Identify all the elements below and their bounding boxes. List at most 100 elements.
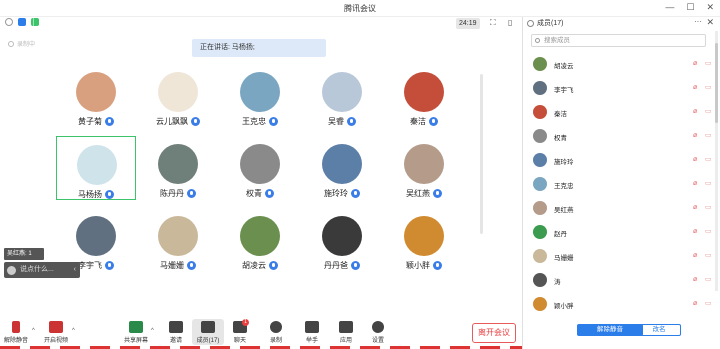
participant-tile[interactable]: 施玲玲	[302, 136, 382, 200]
member-name: 权青	[554, 135, 567, 142]
member-row[interactable]: 胡凌云 ⌀ ▭	[523, 53, 713, 77]
avatar	[322, 216, 362, 256]
member-row[interactable]: 王克忠 ⌀ ▭	[523, 173, 713, 197]
member-row[interactable]: 涛 ⌀ ▭	[523, 269, 713, 293]
chat-button[interactable]: 聊天	[224, 321, 256, 344]
maximize-button[interactable]: ☐	[686, 2, 694, 13]
share-options-icon[interactable]: ^	[151, 328, 154, 334]
raise-hand-button[interactable]: 举手	[296, 321, 328, 344]
record-dot-icon	[8, 40, 14, 47]
mic-muted-icon[interactable]: ⌀	[693, 275, 697, 283]
participant-tile[interactable]: 吴红燕	[384, 136, 464, 200]
rename-button[interactable]: 改名	[637, 324, 681, 336]
mic-muted-icon[interactable]: ⌀	[693, 179, 697, 187]
apps-button[interactable]: 应用	[330, 321, 362, 344]
member-name: 胡凌云	[554, 63, 574, 70]
avatar	[533, 153, 547, 167]
participant-tile[interactable]: 吴睿	[302, 64, 382, 128]
participant-tile[interactable]: 胡凌云	[220, 208, 300, 272]
participant-name: 秦洁	[410, 117, 426, 126]
camera-off-icon[interactable]: ▭	[705, 227, 712, 235]
minimize-button[interactable]: —	[665, 2, 674, 13]
unmute-button[interactable]: 解除静音	[0, 321, 32, 344]
video-options-icon[interactable]: ^	[72, 328, 75, 334]
member-name: 施玲玲	[554, 159, 574, 166]
avatar	[77, 145, 117, 185]
title-bar: 腾讯会议 — ☐ ✕	[0, 0, 720, 17]
settings-button[interactable]: 设置	[362, 321, 394, 344]
member-name: 马姗姗	[554, 255, 574, 262]
mic-muted-icon[interactable]: ⌀	[693, 203, 697, 211]
camera-off-icon[interactable]: ▭	[705, 275, 712, 283]
info-icon[interactable]	[5, 18, 13, 26]
participant-tile[interactable]: 丹丹爸	[302, 208, 382, 272]
member-row[interactable]: 颖小胖 ⌀ ▭	[523, 293, 713, 317]
panel-scrollbar[interactable]	[715, 31, 718, 291]
camera-off-icon[interactable]: ▭	[705, 59, 712, 67]
sidebar-toggle-icon[interactable]: ▯	[508, 18, 512, 27]
participant-tile[interactable]: 云儿飘飘	[138, 64, 218, 128]
member-search-input[interactable]: 搜索成员	[531, 34, 706, 47]
participant-name-row: 秦洁	[384, 116, 464, 127]
mic-muted-icon[interactable]: ⌀	[693, 251, 697, 259]
mic-muted-icon[interactable]: ⌀	[693, 155, 697, 163]
close-button[interactable]: ✕	[706, 2, 714, 13]
shield-icon[interactable]	[18, 18, 26, 26]
mic-muted-icon[interactable]: ⌀	[693, 299, 697, 307]
mic-icon	[269, 117, 278, 126]
camera-off-icon[interactable]: ▭	[705, 131, 712, 139]
camera-off-icon[interactable]: ▭	[705, 83, 712, 91]
share-screen-button[interactable]: 共享屏幕	[120, 321, 152, 344]
invite-button[interactable]: 邀请	[160, 321, 192, 344]
leave-meeting-button[interactable]: 离开会议	[472, 323, 516, 343]
participant-tile[interactable]: 陈丹丹	[138, 136, 218, 200]
participant-tile[interactable]: 王克忠	[220, 64, 300, 128]
close-panel-icon[interactable]: ✕	[706, 17, 714, 28]
camera-off-icon[interactable]: ▭	[705, 107, 712, 115]
unmute-all-button[interactable]: 解除静音	[577, 324, 643, 336]
avatar	[76, 216, 116, 256]
fullscreen-icon[interactable]: ⛶	[490, 18, 496, 28]
camera-off-icon[interactable]: ▭	[705, 155, 712, 163]
mic-icon	[265, 189, 274, 198]
camera-off-icon[interactable]: ▭	[705, 203, 712, 211]
participant-tile[interactable]: 马杨扬	[56, 136, 136, 200]
hand-icon	[305, 321, 319, 333]
mic-muted-icon[interactable]: ⌀	[693, 59, 697, 67]
member-row[interactable]: 秦洁 ⌀ ▭	[523, 101, 713, 125]
mic-muted-icon[interactable]: ⌀	[693, 227, 697, 235]
mic-icon	[433, 189, 442, 198]
participant-tile[interactable]: 黄子菊	[56, 64, 136, 128]
collapse-icon[interactable]: ‹	[74, 262, 76, 278]
member-row[interactable]: 马姗姗 ⌀ ▭	[523, 245, 713, 269]
member-row[interactable]: 吴红燕 ⌀ ▭	[523, 197, 713, 221]
emoji-icon[interactable]	[7, 265, 16, 275]
signal-icon[interactable]	[31, 18, 39, 26]
camera-off-icon[interactable]: ▭	[705, 299, 712, 307]
mic-muted-icon[interactable]: ⌀	[693, 83, 697, 91]
share-screen-icon	[129, 321, 143, 333]
video-button[interactable]: 开启视频	[40, 321, 72, 344]
participant-tile[interactable]: 权青	[220, 136, 300, 200]
mic-muted-icon[interactable]: ⌀	[693, 107, 697, 115]
camera-off-icon[interactable]: ▭	[705, 251, 712, 259]
grid-scrollbar[interactable]	[480, 74, 483, 234]
more-icon[interactable]: ···	[694, 17, 702, 26]
members-button[interactable]: 成员(17)	[192, 319, 224, 345]
member-row[interactable]: 赵丹 ⌀ ▭	[523, 221, 713, 245]
record-button[interactable]: 录制	[260, 321, 292, 344]
audio-options-icon[interactable]: ^	[32, 328, 35, 334]
mic-muted-icon[interactable]: ⌀	[693, 131, 697, 139]
member-row[interactable]: 李宇飞 ⌀ ▭	[523, 77, 713, 101]
member-row[interactable]: 权青 ⌀ ▭	[523, 125, 713, 149]
camera-off-icon[interactable]: ▭	[705, 179, 712, 187]
mic-icon	[269, 261, 278, 270]
member-row[interactable]: 施玲玲 ⌀ ▭	[523, 149, 713, 173]
scroll-thumb[interactable]	[715, 43, 718, 123]
participant-name: 李宇飞	[78, 261, 102, 270]
chat-input-float[interactable]: 说点什么... ‹	[4, 262, 80, 278]
participant-tile[interactable]: 颖小胖	[384, 208, 464, 272]
chat-notification[interactable]: 吴红燕: 1	[4, 248, 44, 260]
participant-tile[interactable]: 马姗姗	[138, 208, 218, 272]
participant-tile[interactable]: 秦洁	[384, 64, 464, 128]
